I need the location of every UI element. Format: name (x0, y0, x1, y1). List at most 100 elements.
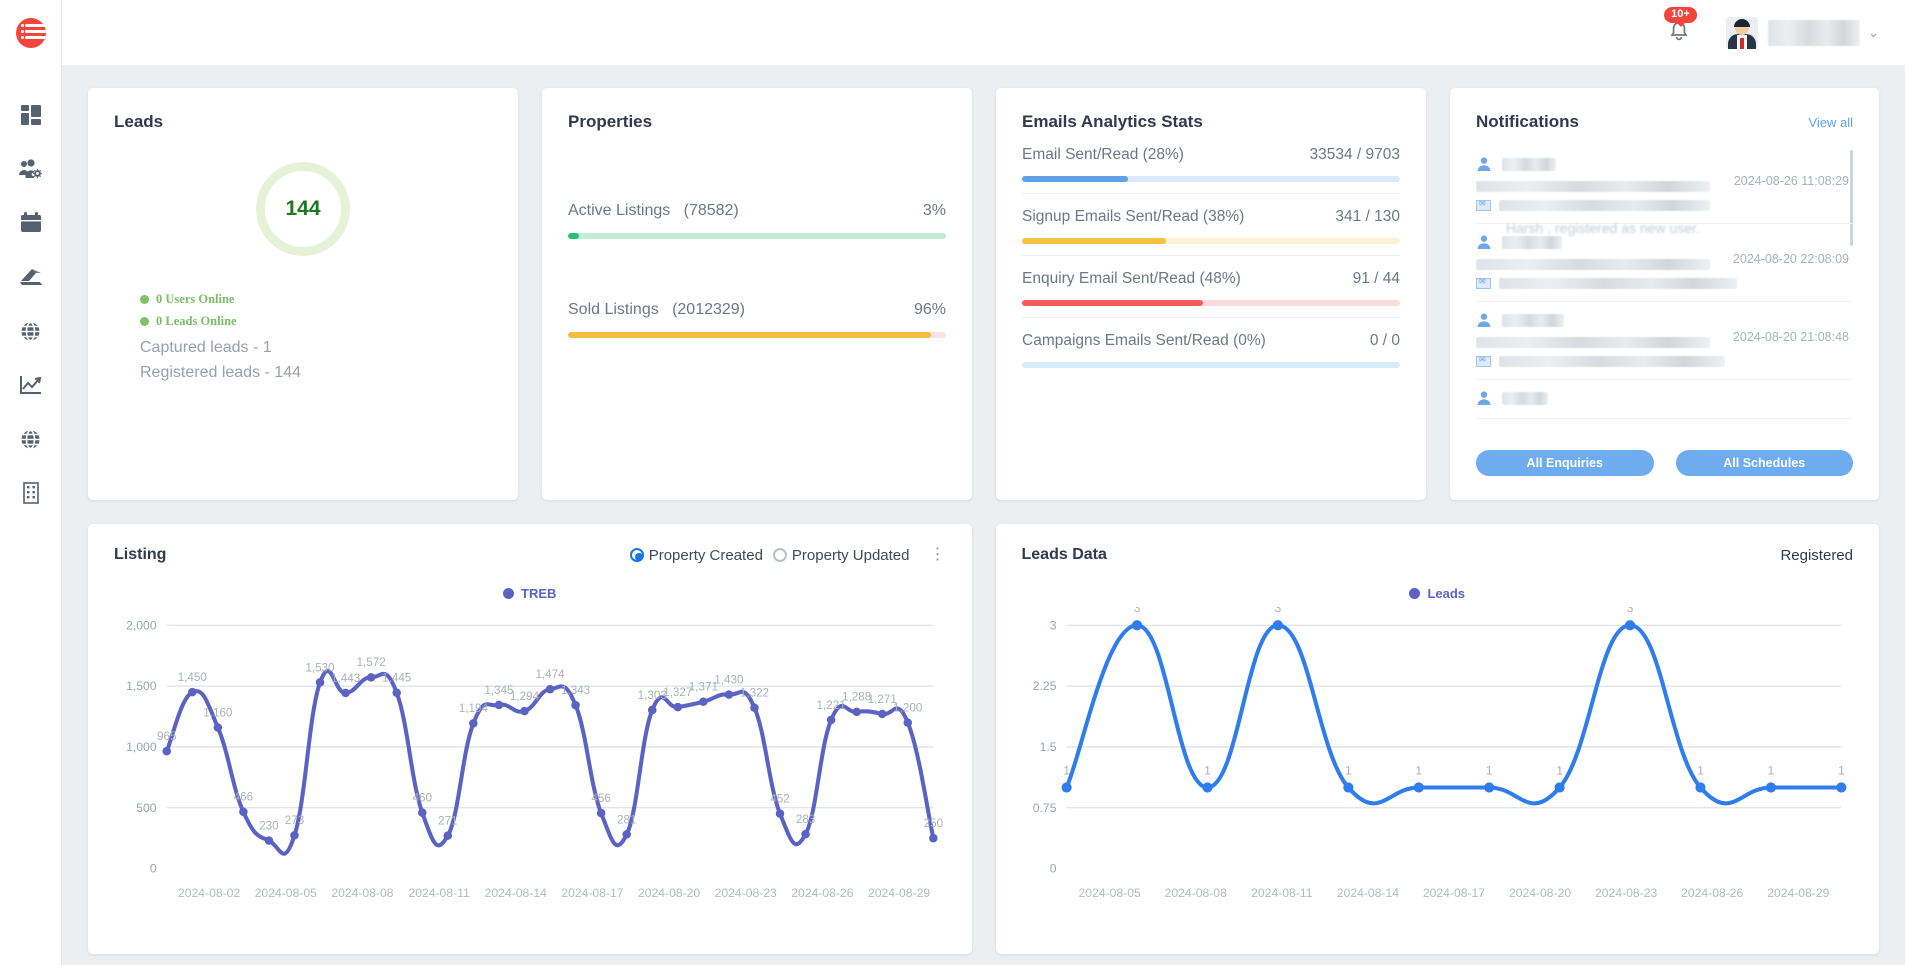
svg-text:3: 3 (1274, 607, 1281, 615)
svg-text:1: 1 (1767, 763, 1774, 777)
emails-analytics-card: Emails Analytics Stats Email Sent/Read (… (996, 88, 1426, 500)
svg-text:1,430: 1,430 (714, 673, 744, 686)
email-sent-read-progressbar (1022, 176, 1400, 182)
registered-leads-label: Registered leads - 144 (140, 364, 301, 382)
radio-property-updated[interactable] (772, 548, 787, 562)
radio-property-created-label[interactable]: Property Created (649, 547, 763, 564)
svg-text:1,572: 1,572 (357, 656, 386, 669)
chevron-down-icon[interactable]: ⌄ (1868, 25, 1879, 41)
listing-chart-card: Listing Property Created Property Update… (88, 524, 972, 954)
person-icon (1476, 234, 1492, 250)
email-stat-row: Email Sent/Read (28%) 33534 / 9703 (1022, 132, 1400, 194)
sidebar-item-dashboard[interactable] (0, 88, 61, 142)
emails-card-title: Emails Analytics Stats (1022, 112, 1203, 131)
svg-text:3: 3 (1626, 607, 1633, 615)
radio-property-updated-label[interactable]: Property Updated (792, 547, 910, 564)
svg-text:1: 1 (1485, 763, 1492, 777)
svg-text:1: 1 (1344, 763, 1351, 777)
svg-text:2024-08-08: 2024-08-08 (331, 886, 393, 900)
svg-text:466: 466 (234, 791, 253, 804)
leads-online-row: 0 Leads Online (140, 314, 492, 329)
list-item[interactable] (1476, 380, 1853, 419)
enquiry-email-label: Enquiry Email Sent/Read (48%) (1022, 270, 1241, 287)
sidebar-item-calendar[interactable] (0, 196, 61, 250)
svg-text:1.5: 1.5 (1039, 740, 1056, 754)
user-name-label (1768, 19, 1861, 46)
svg-text:2,000: 2,000 (126, 618, 157, 632)
svg-text:1: 1 (1697, 763, 1704, 777)
campaigns-emails-label: Campaigns Emails Sent/Read (0%) (1022, 332, 1266, 349)
notification-subtext (1499, 356, 1726, 367)
all-enquiries-button[interactable]: All Enquiries (1476, 450, 1654, 476)
kebab-menu-icon[interactable]: ⋮ (930, 546, 946, 562)
sold-listings-count: (2012329) (672, 301, 746, 318)
leads-card-title: Leads (114, 112, 164, 131)
active-listings-label: Active Listings (568, 202, 671, 219)
svg-text:2024-08-17: 2024-08-17 (561, 886, 623, 900)
email-sent-read-label: Email Sent/Read (28%) (1022, 146, 1184, 163)
notification-text (1476, 181, 1710, 192)
svg-text:1: 1 (1204, 763, 1211, 777)
notification-subtext (1499, 200, 1711, 211)
users-settings-icon (18, 158, 43, 180)
listing-chart-svg: 0 500 1,000 1,500 2,000 965 1,450 1,160 466 230 27… (126, 618, 944, 900)
avatar[interactable] (1726, 16, 1759, 49)
notifications-bell-button[interactable]: 10+ (1664, 7, 1697, 46)
svg-text:2024-08-17: 2024-08-17 (1422, 886, 1484, 900)
notification-timestamp: 2024-08-20 21:08:48 (1732, 330, 1849, 344)
svg-text:2024-08-20: 2024-08-20 (1508, 886, 1570, 900)
sidebar-item-web[interactable] (0, 304, 61, 358)
list-item[interactable]: 2024-08-20 21:08:48 (1476, 302, 1853, 380)
notifications-card: Notifications View all 2024-08-26 11:08:… (1450, 88, 1879, 500)
captured-leads-label: Captured leads - 1 (140, 339, 272, 356)
svg-text:1,443: 1,443 (331, 672, 360, 685)
brand-logo[interactable] (0, 0, 61, 66)
list-item[interactable]: 2024-08-20 22:08:09 (1476, 224, 1853, 302)
svg-text:1,343: 1,343 (561, 684, 590, 697)
building-icon (21, 482, 41, 504)
sidebar (0, 0, 62, 965)
dashboard-grid-icon (20, 104, 42, 126)
active-listings-count: (78582) (683, 202, 739, 219)
svg-text:250: 250 (924, 817, 944, 830)
svg-text:0: 0 (150, 862, 157, 876)
charts-row: Listing Property Created Property Update… (88, 524, 1879, 954)
sidebar-item-listings[interactable] (0, 250, 61, 304)
list-item[interactable]: 2024-08-26 11:08:29 Harsh , registered a… (1476, 146, 1853, 236)
sidebar-item-sites[interactable] (0, 412, 61, 466)
view-all-link[interactable]: View all (1808, 115, 1853, 130)
campaigns-emails-progressbar (1022, 362, 1400, 368)
bell-icon (1668, 21, 1690, 45)
listing-chart-title: Listing (114, 546, 167, 563)
sold-listings-label: Sold Listings (568, 301, 659, 318)
analytics-chart-icon (19, 375, 42, 395)
sidebar-item-analytics[interactable] (0, 358, 61, 412)
svg-text:1,450: 1,450 (178, 671, 208, 684)
svg-text:1: 1 (1415, 763, 1422, 777)
top-header: 10+ ⌄ (62, 0, 1905, 66)
leads-donut: 144 (114, 162, 492, 256)
svg-text:1,474: 1,474 (535, 668, 565, 681)
notification-user (1502, 235, 1562, 249)
all-schedules-button[interactable]: All Schedules (1675, 450, 1853, 476)
svg-text:1,160: 1,160 (203, 706, 233, 719)
radio-property-created[interactable] (629, 548, 644, 562)
svg-text:1,500: 1,500 (126, 679, 157, 693)
svg-text:452: 452 (770, 792, 789, 805)
envelope-icon (1476, 277, 1491, 289)
notifications-list[interactable]: 2024-08-26 11:08:29 Harsh , registered a… (1476, 146, 1853, 419)
notification-user (1502, 313, 1564, 327)
sidebar-item-users[interactable] (0, 142, 61, 196)
notification-timestamp: 2024-08-20 22:08:09 (1732, 252, 1849, 266)
email-sent-read-value: 33534 / 9703 (1309, 146, 1400, 163)
notification-user (1502, 391, 1548, 405)
leads-donut-value: 144 (285, 197, 321, 220)
sidebar-item-offices[interactable] (0, 466, 61, 520)
person-icon (1476, 390, 1492, 406)
svg-text:1,294: 1,294 (510, 690, 540, 703)
svg-text:2024-08-11: 2024-08-11 (408, 886, 470, 900)
person-icon (1476, 312, 1492, 328)
svg-text:2024-08-14: 2024-08-14 (485, 886, 547, 900)
enquiry-email-progressbar (1022, 300, 1400, 306)
globe-icon (20, 321, 41, 342)
